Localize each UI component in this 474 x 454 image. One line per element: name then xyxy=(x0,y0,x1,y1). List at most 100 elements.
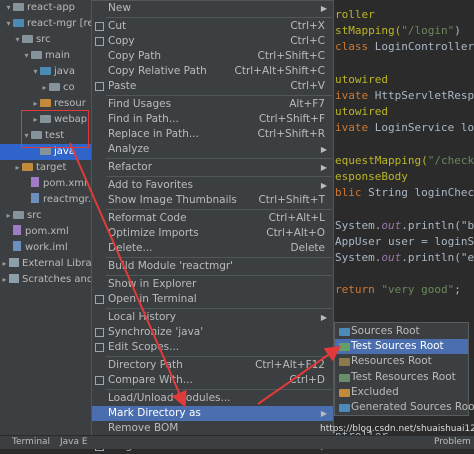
submenu-item-label: Resources Root xyxy=(351,355,432,368)
menu-separator xyxy=(106,257,332,258)
menu-item-local-history[interactable]: Local History ▶ xyxy=(92,310,333,325)
code-token: ivate xyxy=(335,121,375,135)
code-token: equestMapping( xyxy=(335,153,428,167)
submenu-item-sources-root[interactable]: Sources Root xyxy=(335,324,468,339)
menu-item-load-unload-modules[interactable]: Load/Unload Modules... xyxy=(92,391,333,406)
tree-item[interactable]: ▸ co xyxy=(40,80,74,96)
menu-item-show-in-explorer[interactable]: Show in Explorer xyxy=(92,277,333,292)
menu-item-shortcut: Ctrl+C xyxy=(290,35,325,47)
tree-item[interactable]: ▾ react-mgr [rea xyxy=(4,16,92,32)
menu-item-remove-bom[interactable]: Remove BOM xyxy=(92,421,333,436)
menu-item-paste[interactable]: Paste Ctrl+V xyxy=(92,79,333,94)
code-line: blic String loginCheck(@ xyxy=(335,186,474,199)
tree-item[interactable]: pom.xml xyxy=(22,176,87,192)
expand-arrow-icon[interactable]: ▾ xyxy=(4,16,13,32)
menu-item-compare-with[interactable]: Compare With... Ctrl+D xyxy=(92,373,333,388)
menu-item-analyze[interactable]: Analyze ▶ xyxy=(92,142,333,157)
iml-file-icon xyxy=(13,241,21,251)
menu-item-label: Show Image Thumbnails xyxy=(108,194,237,206)
menu-item-reformat-code[interactable]: Reformat Code Ctrl+Alt+L xyxy=(92,211,333,226)
submenu-item-resources-root[interactable]: Resources Root xyxy=(335,354,468,369)
menu-separator xyxy=(106,95,332,96)
tree-item[interactable]: ▾ main xyxy=(22,48,70,64)
menu-item-delete[interactable]: Delete... Delete xyxy=(92,241,333,256)
problems-tab[interactable]: Problem xyxy=(434,436,471,449)
tree-item-label: main xyxy=(45,50,70,61)
expand-arrow-icon[interactable]: ▾ xyxy=(22,48,31,64)
menu-item-copy[interactable]: Copy Ctrl+C xyxy=(92,34,333,49)
menu-item-replace-in-path[interactable]: Replace in Path... Ctrl+Shift+R xyxy=(92,127,333,142)
menu-item-cut[interactable]: Cut Ctrl+X xyxy=(92,19,333,34)
tree-item[interactable]: work.iml xyxy=(4,240,68,256)
menu-item-refactor[interactable]: Refactor ▶ xyxy=(92,160,333,175)
tree-item-label: pom.xml xyxy=(25,226,69,237)
submenu-item-label: Test Sources Root xyxy=(351,340,444,353)
menu-item-new[interactable]: New ▶ xyxy=(92,1,333,16)
excluded-folder-icon xyxy=(22,163,33,171)
submenu-item-generated-sources-root[interactable]: Generated Sources Root xyxy=(335,400,474,415)
tree-item[interactable]: ▾ java xyxy=(31,64,75,80)
menu-item-label: Copy xyxy=(108,35,135,47)
expand-arrow-icon[interactable]: ▸ xyxy=(40,80,49,96)
code-token: out xyxy=(381,218,402,232)
expand-arrow-icon[interactable]: ▸ xyxy=(0,256,9,272)
tree-item-label: java xyxy=(54,66,75,77)
java-enterprise-tab[interactable]: Java E xyxy=(60,436,88,449)
scratches-icon xyxy=(9,274,19,283)
menu-item-optimize-imports[interactable]: Optimize Imports Ctrl+Alt+O xyxy=(92,226,333,241)
menu-item-label: Optimize Imports xyxy=(108,227,199,239)
tree-item[interactable]: pom.xml xyxy=(4,224,69,240)
tree-item[interactable]: reactmgr.iml xyxy=(22,192,92,208)
menu-item-label: Build Module 'reactmgr' xyxy=(108,260,234,272)
expand-arrow-icon[interactable]: ▸ xyxy=(13,160,22,176)
tree-item[interactable]: ▸ src xyxy=(4,208,41,224)
submenu-item-label: Sources Root xyxy=(351,325,420,337)
scopes-icon xyxy=(95,343,104,352)
menu-item-label: Local History xyxy=(108,311,176,323)
menu-item-find-usages[interactable]: Find Usages Alt+F7 xyxy=(92,97,333,112)
menu-item-show-image-thumbnails[interactable]: Show Image Thumbnails Ctrl+Shift+T xyxy=(92,193,333,208)
menu-item-synchronize-java[interactable]: Synchronize 'java' xyxy=(92,325,333,340)
menu-separator xyxy=(106,17,332,18)
menu-item-edit-scopes[interactable]: Edit Scopes... xyxy=(92,340,333,355)
submenu-item-test-sources-root[interactable]: Test Sources Root xyxy=(335,339,468,355)
code-line: esponseBody xyxy=(335,170,408,183)
tree-item[interactable]: ▸ target xyxy=(13,160,66,176)
menu-item-directory-path[interactable]: Directory Path Ctrl+Alt+F12 xyxy=(92,358,333,373)
menu-item-add-to-favorites[interactable]: Add to Favorites ▶ xyxy=(92,178,333,193)
expand-arrow-icon[interactable]: ▾ xyxy=(4,0,13,16)
terminal-tab[interactable]: Terminal xyxy=(12,436,50,449)
submenu-item-excluded[interactable]: Excluded xyxy=(335,385,468,400)
menu-item-build-module-reactmgr[interactable]: Build Module 'reactmgr' xyxy=(92,259,333,274)
menu-item-copy-path[interactable]: Copy Path Ctrl+Shift+C xyxy=(92,49,333,64)
bottom-tool-bar: Terminal Java E Problem xyxy=(0,435,474,449)
source-folder-icon xyxy=(40,67,51,75)
expand-arrow-icon[interactable]: ▾ xyxy=(13,32,22,48)
submenu-arrow-icon: ▶ xyxy=(320,181,327,190)
expand-arrow-icon[interactable]: ▸ xyxy=(0,272,9,288)
menu-item-shortcut: Ctrl+Alt+Shift+C xyxy=(234,65,326,77)
menu-item-open-in-terminal[interactable]: Open in Terminal xyxy=(92,292,333,307)
code-line: return "very good"; xyxy=(335,283,461,296)
menu-item-label: Add to Favorites xyxy=(108,179,193,191)
tree-item[interactable]: ▾ src xyxy=(13,32,50,48)
menu-item-find-in-path[interactable]: Find in Path... Ctrl+Shift+F xyxy=(92,112,333,127)
tree-item[interactable]: ▾ react-app xyxy=(4,0,75,16)
submenu-item-label: Test Resources Root xyxy=(351,370,456,383)
expand-arrow-icon[interactable]: ▾ xyxy=(31,64,40,80)
maven-file-icon xyxy=(31,177,39,187)
tree-item[interactable]: ▸ External Libraries xyxy=(0,256,92,272)
code-line: System.out.println("en xyxy=(335,251,474,264)
cut-icon xyxy=(95,22,104,31)
code-line: ivate HttpServletRespons xyxy=(335,89,474,102)
folder-icon xyxy=(13,211,24,219)
menu-item-copy-relative-path[interactable]: Copy Relative Path Ctrl+Alt+Shift+C xyxy=(92,64,333,79)
expand-arrow-icon[interactable]: ▸ xyxy=(4,208,13,224)
menu-item-mark-directory-as[interactable]: Mark Directory as ▶ xyxy=(92,406,333,421)
tree-item[interactable]: ▸ Scratches and Con xyxy=(0,272,92,288)
submenu-item-test-resources-root[interactable]: Test Resources Root xyxy=(335,370,468,385)
code-line: stMapping("/login") xyxy=(335,24,461,37)
menu-separator xyxy=(106,209,332,210)
submenu-arrow-icon: ▶ xyxy=(320,313,327,322)
tree-item-label: target xyxy=(36,162,67,173)
